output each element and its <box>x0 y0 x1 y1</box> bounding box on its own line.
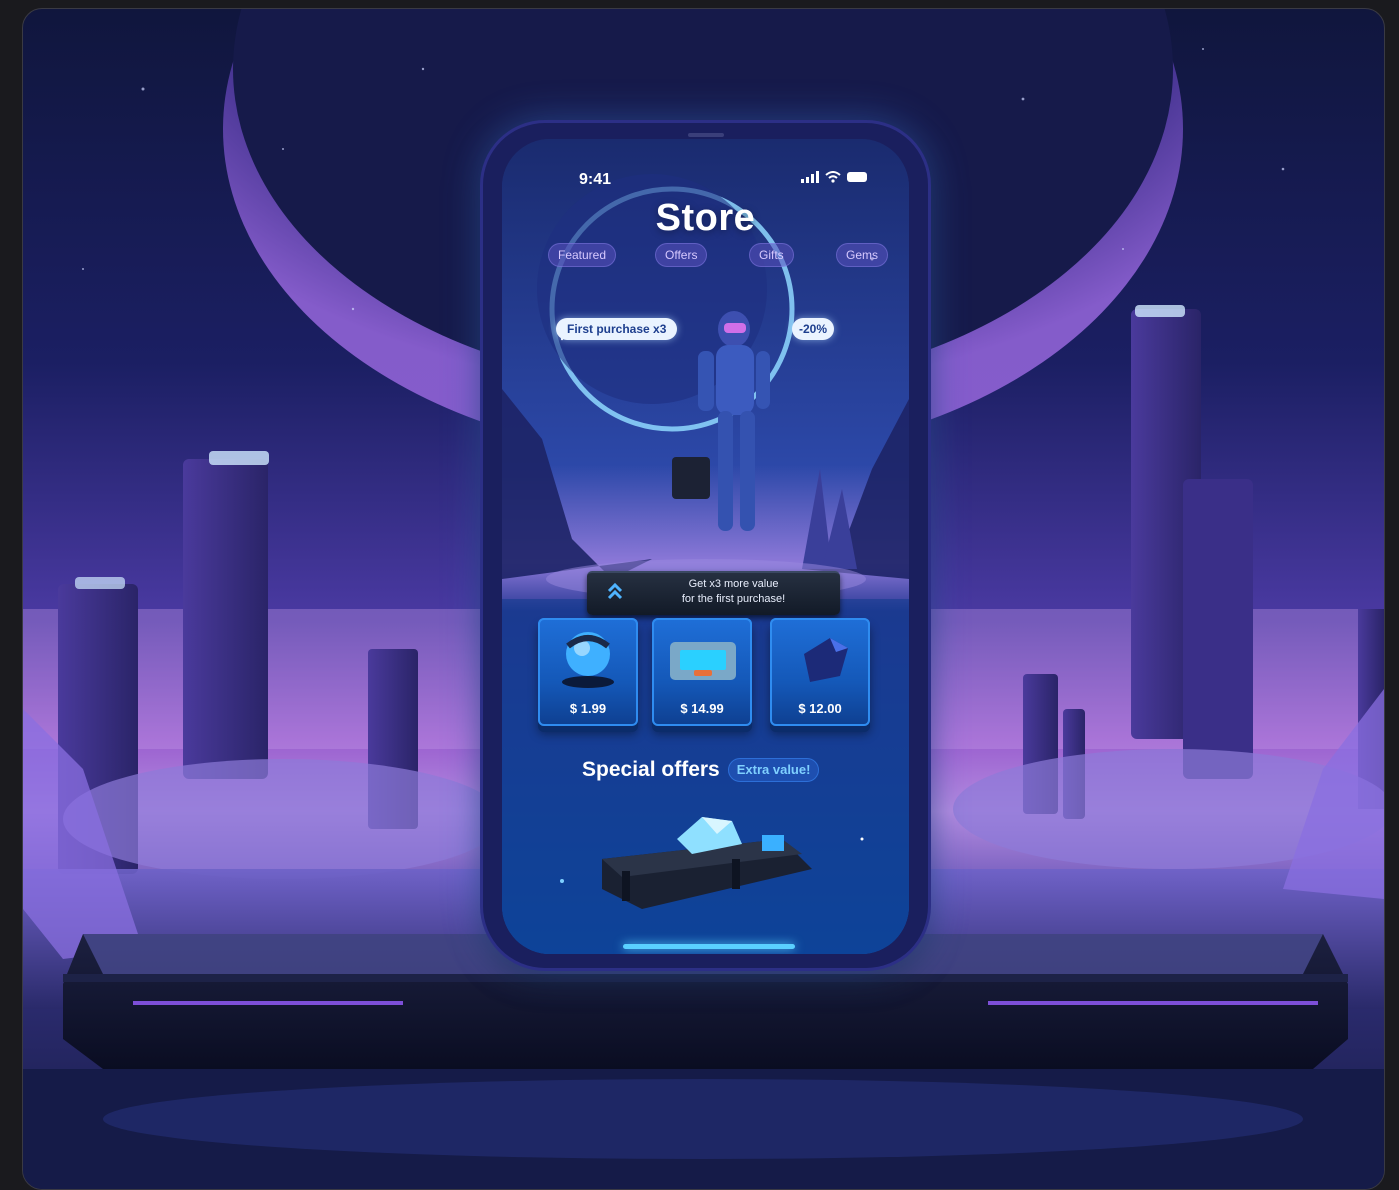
special-offers-header: Special offers Extra value! <box>582 758 820 782</box>
item-price: $ 12.00 <box>798 701 842 716</box>
store-item-case[interactable]: $ 14.99 <box>652 618 752 726</box>
tech-case-icon <box>670 642 736 680</box>
item-price: $ 14.99 <box>680 701 724 716</box>
page-title: Store <box>655 197 756 239</box>
discount-pill: -20% <box>792 318 835 340</box>
helmet-orb-icon <box>562 632 614 688</box>
gem-chest-icon[interactable] <box>582 799 822 929</box>
rank-chevron-icon <box>607 582 623 600</box>
signal-icon <box>801 171 819 183</box>
banner-line-1: Get x3 more value <box>688 578 779 590</box>
home-indicator[interactable] <box>623 944 795 949</box>
status-time: 9:41 <box>579 171 612 188</box>
extra-value-badge: Extra value! <box>727 758 820 782</box>
tab-offers[interactable]: Offers <box>655 243 708 267</box>
tab-featured[interactable]: Featured <box>548 243 617 267</box>
store-item-helmet[interactable]: $ 1.99 <box>538 618 638 726</box>
store-item-gem[interactable]: $ 12.00 <box>770 618 870 726</box>
first-purchase-pill: First purchase x3 <box>556 318 678 340</box>
store-tabs: Featured Offers Gifts Gems <box>540 243 889 271</box>
showcase-card: 9:41 Store Featured Offers Gifts Gems Fi… <box>22 8 1385 1190</box>
banner-line-2: for the first purchase! <box>681 593 786 605</box>
phone-screen: 9:41 Store Featured Offers Gifts Gems Fi… <box>502 139 909 954</box>
first-purchase-banner[interactable]: Get x3 more value for the first purchase… <box>587 571 840 615</box>
item-price: $ 1.99 <box>569 701 607 716</box>
special-offers-title: Special offers <box>582 758 720 781</box>
status-icons <box>801 171 869 183</box>
phone-mockup: 9:41 Store Featured Offers Gifts Gems Fi… <box>483 123 928 968</box>
phone-speaker <box>688 133 724 137</box>
tab-gems[interactable]: Gems <box>836 243 889 267</box>
dark-gem-icon <box>804 638 848 682</box>
banner-text: Get x3 more value for the first purchase… <box>637 577 830 607</box>
tab-gifts[interactable]: Gifts <box>749 243 794 267</box>
battery-icon <box>847 172 867 182</box>
wifi-icon <box>825 171 841 183</box>
